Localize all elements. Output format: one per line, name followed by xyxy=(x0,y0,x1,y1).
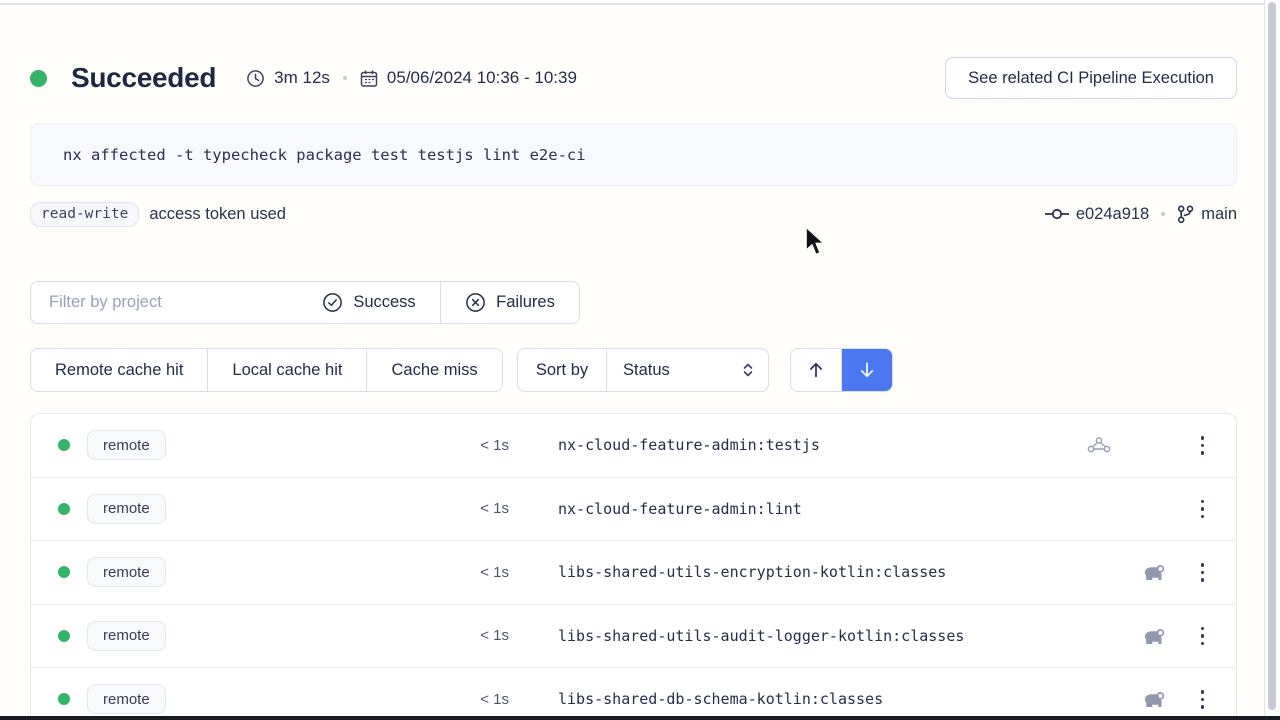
run-meta: 3m 12s 05/06/2024 10:36 - 10:39 xyxy=(246,68,577,88)
failures-filter-label: Failures xyxy=(496,293,555,312)
branch-name: main xyxy=(1201,205,1237,224)
task-name: libs-shared-db-schema-kotlin:classes xyxy=(558,690,883,708)
task-duration: < 1s xyxy=(461,564,509,581)
success-filter-label: Success xyxy=(353,293,415,312)
gradle-elephant-icon xyxy=(1142,627,1167,645)
commit-hash: e024a918 xyxy=(1076,205,1149,224)
access-token-badge: read-write xyxy=(30,202,139,227)
page-scrollbar[interactable] xyxy=(1264,0,1280,716)
task-menu-button[interactable] xyxy=(1197,496,1209,523)
x-circle-icon xyxy=(465,292,486,313)
project-filter-group: Success Failures xyxy=(30,281,580,324)
task-name: libs-shared-utils-audit-logger-kotlin:cl… xyxy=(558,627,964,645)
task-row[interactable]: remote < 1s libs-shared-db-schema-kotlin… xyxy=(31,668,1236,720)
gradle-elephant-icon xyxy=(1142,563,1167,581)
task-row[interactable]: remote < 1s nx-cloud-feature-admin:testj… xyxy=(31,414,1236,478)
date-range-text: 05/06/2024 10:36 - 10:39 xyxy=(387,68,577,88)
clock-icon xyxy=(246,69,265,88)
gradle-elephant-icon xyxy=(1142,690,1167,708)
sort-group: Sort by Status xyxy=(517,348,769,392)
task-duration: < 1s xyxy=(461,437,509,454)
task-menu-button[interactable] xyxy=(1197,623,1209,650)
task-status-dot xyxy=(58,566,70,578)
task-row[interactable]: remote < 1s nx-cloud-feature-admin:lint xyxy=(31,478,1236,542)
cache-source-badge: remote xyxy=(87,621,166,651)
task-name: nx-cloud-feature-admin:testjs xyxy=(558,436,820,454)
task-status-dot xyxy=(58,503,70,515)
local-cache-hit-button[interactable]: Local cache hit xyxy=(207,349,366,391)
failures-filter-button[interactable]: Failures xyxy=(440,282,579,323)
cache-source-badge: remote xyxy=(87,430,166,460)
status-dot xyxy=(30,70,47,87)
cache-source-badge: remote xyxy=(87,557,166,587)
meta-separator xyxy=(343,76,347,80)
command-box: nx affected -t typecheck package test te… xyxy=(30,123,1237,186)
arrow-down-icon xyxy=(857,360,877,380)
bottom-edge-bar xyxy=(0,716,1280,720)
branch-icon xyxy=(1177,205,1194,224)
mouse-cursor xyxy=(804,226,828,260)
toolbar-row: Remote cache hit Local cache hit Cache m… xyxy=(30,348,1237,392)
page-title: Succeeded xyxy=(71,62,216,94)
scrollbar-thumb[interactable] xyxy=(1268,2,1276,710)
calendar-icon xyxy=(360,69,378,88)
task-status-dot xyxy=(58,693,70,705)
task-list: remote < 1s nx-cloud-feature-admin:testj… xyxy=(30,413,1237,720)
filter-bar: Success Failures xyxy=(30,281,580,324)
task-row[interactable]: remote < 1s libs-shared-utils-encryption… xyxy=(31,541,1236,605)
task-menu-button[interactable] xyxy=(1197,559,1209,586)
sort-by-label: Sort by xyxy=(518,349,606,391)
task-duration: < 1s xyxy=(461,627,509,644)
project-filter-input[interactable] xyxy=(31,282,298,323)
sort-selected-value: Status xyxy=(623,361,670,380)
sort-field-select[interactable]: Status xyxy=(606,349,768,391)
task-name: libs-shared-utils-encryption-kotlin:clas… xyxy=(558,563,946,581)
cache-source-badge: remote xyxy=(87,494,166,524)
arrow-up-icon xyxy=(806,360,826,380)
task-duration: < 1s xyxy=(461,500,509,517)
run-detail-page: Succeeded 3m 12s 05/06/2024 10:36 - 10:3… xyxy=(0,0,1280,720)
sort-direction-group xyxy=(790,348,893,392)
vcs-separator xyxy=(1161,212,1165,216)
commit-link[interactable]: e024a918 xyxy=(1045,205,1149,224)
sort-descending-button[interactable] xyxy=(841,349,892,391)
task-graph-icon xyxy=(1086,436,1112,454)
task-status-dot xyxy=(58,630,70,642)
duration-text: 3m 12s xyxy=(274,68,330,88)
task-row[interactable]: remote < 1s libs-shared-utils-audit-logg… xyxy=(31,605,1236,669)
task-status-dot xyxy=(58,439,70,451)
cache-filter-group: Remote cache hit Local cache hit Cache m… xyxy=(30,348,503,392)
see-related-pipeline-button[interactable]: See related CI Pipeline Execution xyxy=(945,57,1237,99)
check-circle-icon xyxy=(322,292,343,313)
top-divider xyxy=(0,3,1280,5)
sort-ascending-button[interactable] xyxy=(791,349,841,391)
task-menu-button[interactable] xyxy=(1197,432,1209,459)
token-row: read-write access token used e024a918 ma… xyxy=(30,199,1237,229)
task-duration: < 1s xyxy=(461,691,509,708)
task-name: nx-cloud-feature-admin:lint xyxy=(558,500,802,518)
commit-icon xyxy=(1045,208,1069,220)
command-text: nx affected -t typecheck package test te… xyxy=(63,146,586,164)
task-menu-button[interactable] xyxy=(1197,686,1209,713)
cache-miss-button[interactable]: Cache miss xyxy=(366,349,501,391)
vcs-info: e024a918 main xyxy=(1045,205,1237,224)
remote-cache-hit-button[interactable]: Remote cache hit xyxy=(31,349,207,391)
access-token-label: access token used xyxy=(149,205,286,224)
success-filter-button[interactable]: Success xyxy=(298,282,440,323)
chevron-updown-icon xyxy=(742,361,754,379)
cache-source-badge: remote xyxy=(87,684,166,714)
branch-link[interactable]: main xyxy=(1177,205,1237,224)
run-header: Succeeded 3m 12s 05/06/2024 10:36 - 10:3… xyxy=(30,56,1237,100)
